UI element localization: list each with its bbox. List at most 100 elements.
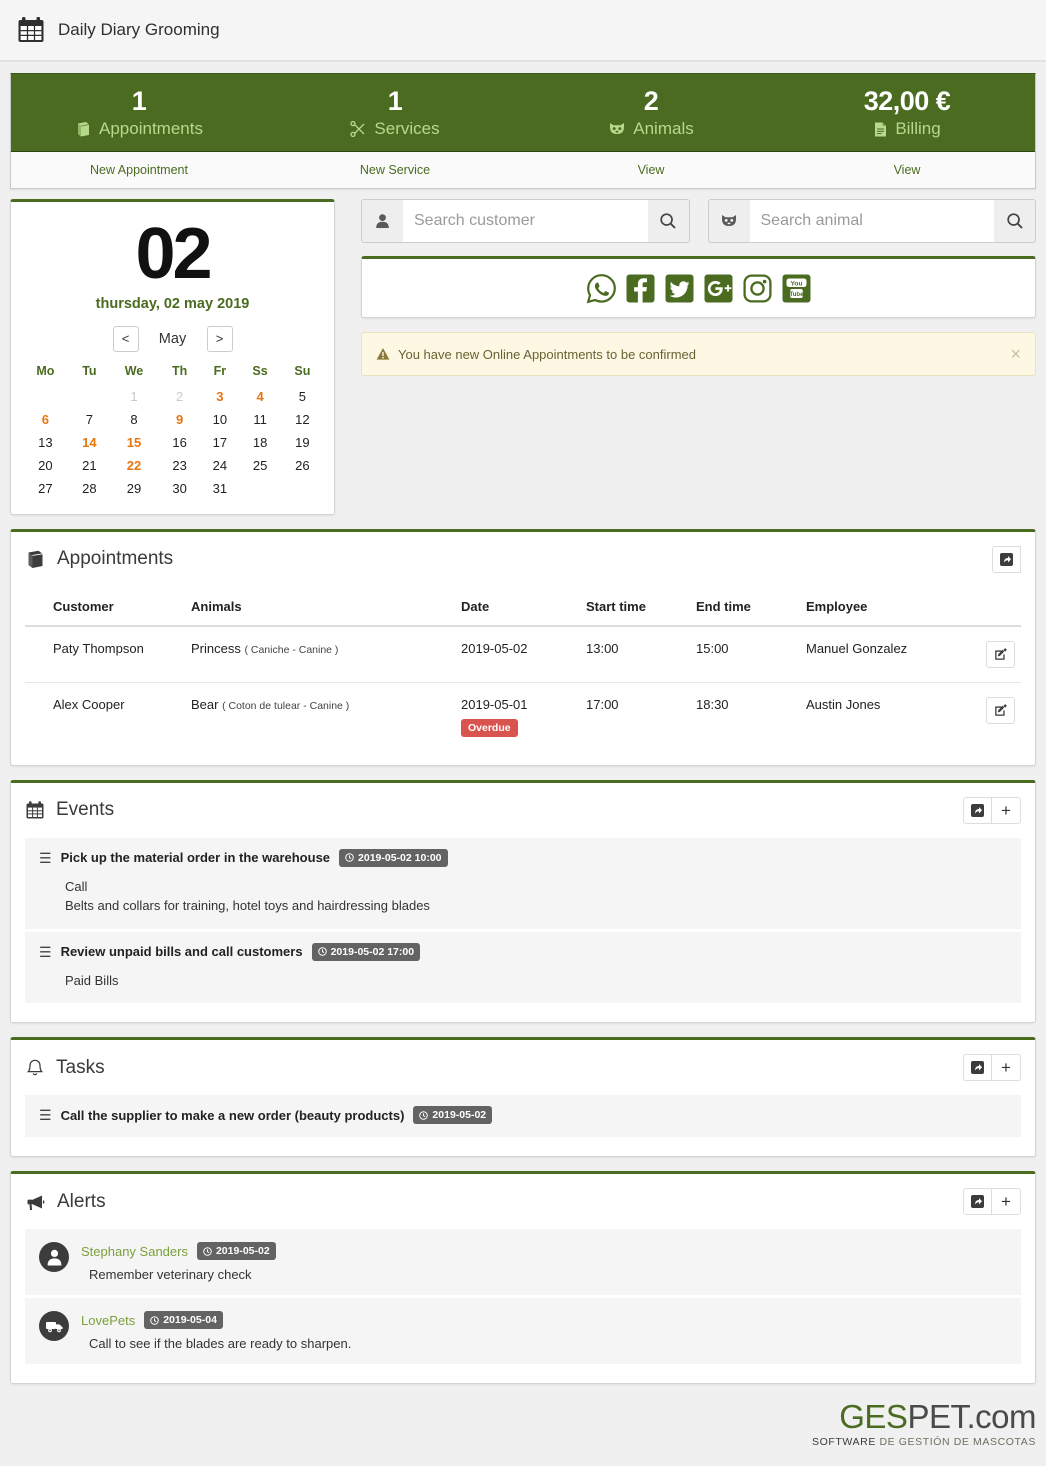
whatsapp-icon[interactable] <box>586 273 617 304</box>
calendar-weekday: Fr <box>213 363 227 378</box>
alerts-panel: Alerts + Stephany Sanders 2019-05-02 Remem… <box>10 1171 1036 1385</box>
footer: GESPET.com SOFTWARE DE GESTIÓN DE MASCOT… <box>10 1400 1036 1448</box>
search-customer-input[interactable] <box>403 199 648 244</box>
search-animal-input[interactable] <box>749 199 994 244</box>
calendar-prev-month-button[interactable]: < <box>112 325 139 352</box>
stats-links: New Appointment New Service View View <box>11 152 1035 189</box>
calendar-body: 1 2 3 4 5 6 7 8 9 10 11 12 13 14 15 16 17 18 19 20 21 22 23 24 2… <box>21 385 324 500</box>
link-new-appointment[interactable]: New Appointment <box>11 152 267 188</box>
calendar-day-cell[interactable]: 11 <box>239 408 280 431</box>
cell-employee: Austin Jones <box>806 696 881 712</box>
list-item: ☰ Call the supplier to make a new order (… <box>25 1095 1021 1138</box>
customer-search-group <box>361 199 690 244</box>
calendar-empty-cell <box>21 385 70 408</box>
calendar-day-cell[interactable]: 14 <box>70 431 109 454</box>
calendar-day-cell[interactable]: 29 <box>109 477 159 500</box>
calendar-day-cell[interactable]: 1 <box>109 385 159 408</box>
calendar-day-cell[interactable]: 7 <box>70 408 109 431</box>
close-icon[interactable]: × <box>1010 345 1021 363</box>
calendar-day-cell[interactable]: 6 <box>21 408 70 431</box>
alert-text: Remember veterinary check <box>89 1267 252 1283</box>
calendar-day-cell[interactable]: 19 <box>281 431 324 454</box>
calendar-empty-cell <box>239 477 280 500</box>
event-date-chip: 2019-05-02 17:00 <box>311 942 421 961</box>
edit-icon[interactable] <box>986 640 1015 668</box>
calendar-day-cell[interactable]: 9 <box>159 408 200 431</box>
column-date: Date <box>455 588 580 627</box>
instagram-icon[interactable] <box>742 273 773 304</box>
stat-billing-label: Billing <box>895 119 941 139</box>
stat-billing-value: 32,00 € <box>863 86 951 116</box>
calendar-day-cell[interactable]: 16 <box>159 431 200 454</box>
twitter-icon[interactable] <box>664 273 695 304</box>
event-date-chip: 2019-05-02 10:00 <box>339 848 448 867</box>
calendar-day-cell[interactable]: 31 <box>200 477 239 500</box>
logo-tagline-software: SOFTWARE <box>812 1436 880 1449</box>
youtube-icon[interactable]: You Tube <box>781 273 812 304</box>
column-animals: Animals <box>185 588 455 627</box>
calendar-day-cell[interactable]: 28 <box>70 477 109 500</box>
cell-actions <box>962 625 1021 683</box>
drag-handle-icon[interactable]: ☰ <box>39 1108 52 1122</box>
calendar-day-cell[interactable]: 3 <box>200 385 239 408</box>
search-animal-button[interactable] <box>994 199 1036 244</box>
svg-text:Tube: Tube <box>789 292 804 298</box>
stat-animals-value: 2 <box>643 86 659 116</box>
drag-handle-icon[interactable]: ☰ <box>39 851 52 865</box>
calendar-day-cell[interactable]: 12 <box>281 408 324 431</box>
drag-handle-icon[interactable]: ☰ <box>39 945 52 959</box>
calendar-day-cell[interactable]: 24 <box>200 454 239 477</box>
calendar-day-cell[interactable]: 5 <box>281 385 324 408</box>
stat-animals: 2 Animals <box>523 74 779 151</box>
alerts-open-icon[interactable] <box>963 1188 992 1216</box>
calendar-weekday: Mo <box>36 363 55 378</box>
calendar-day-cell[interactable]: 15 <box>109 431 159 454</box>
events-open-icon[interactable] <box>963 796 992 824</box>
calendar-week-row: 6 7 8 9 10 11 12 <box>21 408 324 431</box>
calendar-day-cell[interactable]: 4 <box>239 385 280 408</box>
calendar-day-cell[interactable]: 17 <box>200 431 239 454</box>
tasks-add-button[interactable]: + <box>992 1054 1021 1082</box>
calendar-day-cell[interactable]: 23 <box>159 454 200 477</box>
calendar-empty-cell <box>70 385 109 408</box>
calendar-icon <box>25 800 45 820</box>
link-view-animals[interactable]: View <box>523 152 779 188</box>
calendar-empty-cell <box>281 477 324 500</box>
stat-appointments-value: 1 <box>131 86 147 116</box>
appointments-open-icon[interactable] <box>992 545 1021 573</box>
calendar-day-cell[interactable]: 25 <box>239 454 280 477</box>
alerts-add-button[interactable]: + <box>992 1188 1021 1216</box>
facebook-icon[interactable] <box>625 273 656 304</box>
link-view-billing[interactable]: View <box>779 152 1035 188</box>
edit-icon[interactable] <box>986 696 1015 724</box>
logo-part-ges: GES <box>839 1398 908 1436</box>
googleplus-icon[interactable] <box>703 273 734 304</box>
calendar-day-cell[interactable]: 22 <box>109 454 159 477</box>
table-row: Alex Cooper Bear ( Coton de tulear - Cani… <box>25 682 1021 751</box>
calendar-day-cell[interactable]: 10 <box>200 408 239 431</box>
calendar-day-cell[interactable]: 18 <box>239 431 280 454</box>
calendar-date-line: thursday, 02 may 2019 <box>95 295 250 312</box>
calendar-day-number: 02 <box>135 214 212 295</box>
calendar-weekday: Th <box>172 363 188 378</box>
tasks-open-icon[interactable] <box>963 1054 992 1082</box>
calendar-day-cell[interactable]: 13 <box>21 431 70 454</box>
calendar-grid: Mo Tu We Th Fr Ss Su 1 2 3 4 5 6 7 8 9 10 11 12 13 14… <box>21 358 324 500</box>
calendar-day-cell[interactable]: 30 <box>159 477 200 500</box>
search-customer-button[interactable] <box>647 199 690 244</box>
calendar-day-cell[interactable]: 20 <box>21 454 70 477</box>
calendar-month-label: May <box>158 330 187 347</box>
link-new-service[interactable]: New Service <box>267 152 523 188</box>
calendar-day-cell[interactable]: 21 <box>70 454 109 477</box>
megaphone-icon <box>25 1192 46 1212</box>
calendar-next-month-button[interactable]: > <box>206 325 233 352</box>
task-date-chip: 2019-05-02 <box>413 1106 493 1125</box>
calendar-day-cell[interactable]: 2 <box>159 385 200 408</box>
calendar-day-cell[interactable]: 8 <box>109 408 159 431</box>
alerts-title: Alerts <box>57 1190 106 1212</box>
events-add-button[interactable]: + <box>992 796 1021 824</box>
stat-services-label: Services <box>374 119 440 139</box>
calendar-day-cell[interactable]: 27 <box>21 477 70 500</box>
stat-services: 1 Services <box>267 74 523 151</box>
calendar-day-cell[interactable]: 26 <box>281 454 324 477</box>
